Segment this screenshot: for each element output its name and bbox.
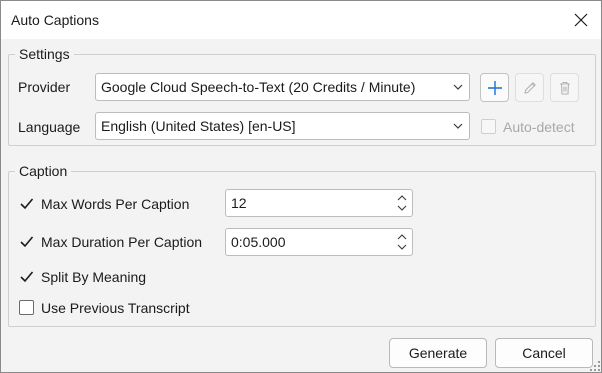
caption-legend: Caption bbox=[19, 163, 68, 179]
pencil-icon bbox=[523, 81, 536, 94]
provider-label: Provider bbox=[18, 79, 71, 95]
dialog-content: Settings Provider Google Cloud Speech-to… bbox=[1, 39, 601, 372]
trash-icon bbox=[559, 81, 570, 95]
max-words-spinbox[interactable]: 12 bbox=[225, 189, 413, 217]
edit-provider-button[interactable] bbox=[515, 73, 544, 102]
use-previous-transcript-checkbox[interactable] bbox=[19, 300, 34, 315]
settings-legend: Settings bbox=[19, 46, 70, 62]
generate-button[interactable]: Generate bbox=[389, 338, 487, 368]
auto-detect-label: Auto-detect bbox=[503, 119, 575, 135]
close-icon bbox=[574, 13, 588, 27]
spin-arrows-icon[interactable] bbox=[396, 193, 408, 213]
chevron-down-icon bbox=[453, 123, 463, 129]
checkmark-icon bbox=[20, 198, 34, 210]
max-duration-checkbox[interactable] bbox=[19, 234, 34, 249]
resize-grip-icon[interactable] bbox=[589, 360, 601, 372]
language-value: English (United States) [en-US] bbox=[101, 118, 296, 134]
cancel-button[interactable]: Cancel bbox=[495, 338, 593, 368]
checkmark-icon bbox=[20, 236, 34, 248]
provider-select[interactable]: Google Cloud Speech-to-Text (20 Credits … bbox=[95, 73, 470, 101]
use-previous-transcript-label: Use Previous Transcript bbox=[41, 300, 190, 316]
max-words-value: 12 bbox=[231, 195, 247, 211]
max-duration-label: Max Duration Per Caption bbox=[41, 234, 203, 250]
max-words-label: Max Words Per Caption bbox=[41, 196, 190, 212]
delete-provider-button[interactable] bbox=[550, 73, 579, 102]
provider-value: Google Cloud Speech-to-Text (20 Credits … bbox=[101, 79, 416, 95]
language-label: Language bbox=[18, 119, 81, 135]
checkmark-icon bbox=[20, 271, 34, 283]
close-button[interactable] bbox=[567, 6, 595, 34]
max-duration-spinbox[interactable]: 0:05.000 bbox=[225, 228, 413, 256]
dialog-title: Auto Captions bbox=[11, 12, 99, 28]
split-by-meaning-label: Split By Meaning bbox=[41, 269, 147, 285]
language-select[interactable]: English (United States) [en-US] bbox=[95, 112, 470, 140]
title-bar: Auto Captions bbox=[1, 1, 601, 39]
max-duration-value: 0:05.000 bbox=[231, 234, 286, 250]
auto-detect-checkbox[interactable] bbox=[481, 119, 496, 134]
chevron-down-icon bbox=[453, 84, 463, 90]
max-words-checkbox[interactable] bbox=[19, 196, 34, 211]
auto-captions-dialog: Auto Captions Settings Provider Google C… bbox=[0, 0, 602, 373]
split-by-meaning-checkbox[interactable] bbox=[19, 269, 34, 284]
add-provider-button[interactable] bbox=[480, 73, 509, 102]
spin-arrows-icon[interactable] bbox=[396, 232, 408, 252]
plus-icon bbox=[487, 80, 502, 95]
